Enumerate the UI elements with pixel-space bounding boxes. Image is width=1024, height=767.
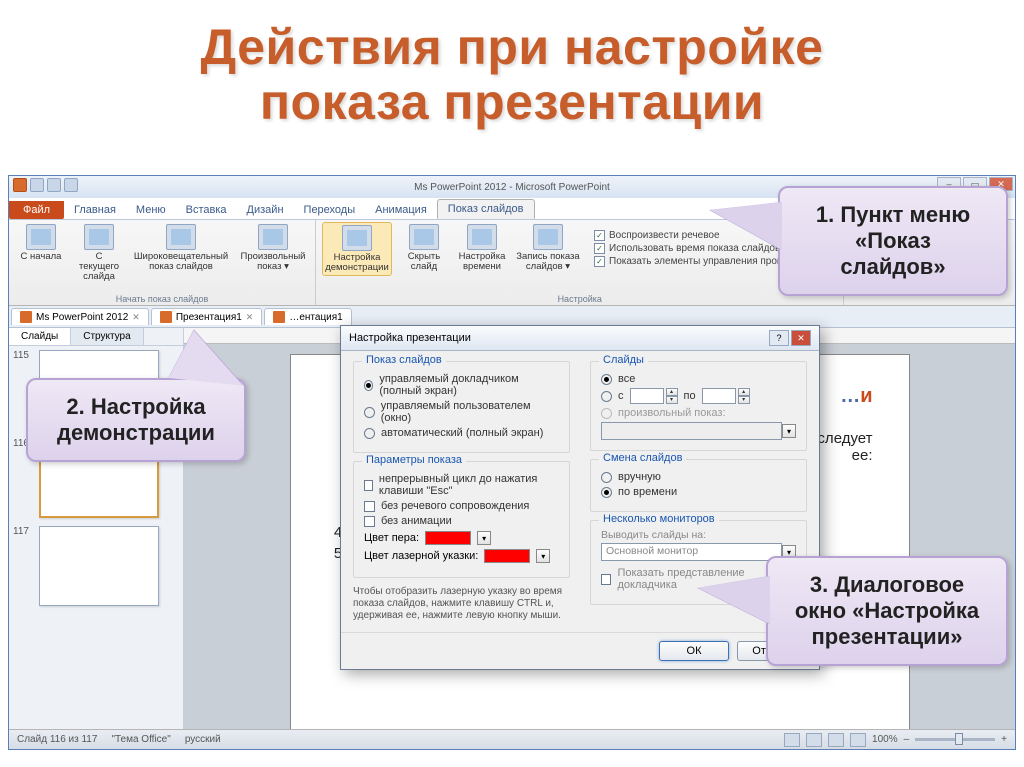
setup-icon [342, 225, 372, 251]
record-icon [533, 224, 563, 250]
broadcast-icon [166, 224, 196, 250]
radio-custom: произвольный показ: [601, 407, 796, 419]
status-bar: Слайд 116 из 117 "Тема Office" русский 1… [9, 729, 1015, 749]
status-slide: Слайд 116 из 117 [17, 734, 97, 745]
callout-3: 3. Диалоговое окно «Настройка презентаци… [766, 556, 1008, 666]
doc-tab-3[interactable]: …ентация1 [264, 308, 351, 325]
thumb-num: 117 [13, 526, 35, 537]
pp-app-icon [13, 178, 27, 192]
radio-timed[interactable]: по времени [601, 486, 796, 498]
quick-access-toolbar [13, 178, 78, 192]
undo-icon[interactable] [47, 178, 61, 192]
radio-presenter[interactable]: управляемый докладчиком (полный экран) [364, 373, 559, 397]
callout-2: 2. Настройка демонстрации [26, 378, 246, 462]
group-label-setup: Настройка [558, 294, 602, 304]
chk-loop[interactable]: непрерывный цикл до нажатия клавиши "Esc… [364, 473, 559, 497]
view-sorter-button[interactable] [806, 733, 822, 747]
thumb-num: 115 [13, 350, 35, 361]
status-theme: "Тема Office" [111, 734, 170, 745]
group-label-start: Начать показ слайдов [116, 294, 208, 304]
panel-tab-slides[interactable]: Слайды [9, 328, 71, 345]
from-current-button[interactable]: С текущего слайда [73, 222, 125, 284]
tab-design[interactable]: Дизайн [237, 201, 294, 219]
help-button[interactable]: ? [769, 330, 789, 346]
save-icon[interactable] [30, 178, 44, 192]
tab-file[interactable]: Файл [9, 201, 64, 219]
dialog-close-button[interactable]: ✕ [791, 330, 811, 346]
doc-tab-1[interactable]: Ms PowerPoint 2012✕ [11, 308, 149, 325]
status-lang: русский [185, 734, 221, 745]
rehearse-button[interactable]: Настройка времени [456, 222, 508, 276]
dialog-titlebar: Настройка презентации ? ✕ [341, 326, 819, 351]
play-icon [26, 224, 56, 250]
laser-note: Чтобы отобразить лазерную указку во врем… [353, 586, 570, 622]
radio-auto[interactable]: автоматический (полный экран) [364, 427, 559, 439]
from-input[interactable] [630, 388, 664, 404]
dropdown-icon: ▾ [782, 424, 796, 438]
slide-thumb[interactable] [39, 526, 159, 606]
fieldset-advance: Смена слайдов вручную по времени [590, 459, 807, 512]
setup-slideshow-button[interactable]: Настройка демонстрации [322, 222, 392, 276]
tab-home[interactable]: Главная [64, 201, 126, 219]
custom-show-icon [258, 224, 288, 250]
monitor-combo[interactable]: Основной монитор [601, 543, 782, 561]
file-icon [20, 311, 32, 323]
hide-icon [409, 224, 439, 250]
close-tab-icon[interactable]: ✕ [132, 312, 140, 323]
view-reading-button[interactable] [828, 733, 844, 747]
close-tab-icon[interactable]: ✕ [246, 312, 254, 323]
slide-title: Действия при настройкепоказа презентации [0, 0, 1024, 160]
ok-button[interactable]: ОК [659, 641, 729, 661]
view-normal-button[interactable] [784, 733, 800, 747]
fieldset-params: Параметры показа непрерывный цикл до наж… [353, 461, 570, 578]
dropdown-icon[interactable]: ▾ [477, 531, 491, 545]
dialog-title: Настройка презентации [349, 332, 471, 344]
clock-icon [467, 224, 497, 250]
tab-transitions[interactable]: Переходы [294, 201, 366, 219]
custom-show-button[interactable]: Произвольный показ ▾ [237, 222, 309, 284]
tab-insert[interactable]: Вставка [176, 201, 237, 219]
fieldset-show-type: Показ слайдов управляемый докладчиком (п… [353, 361, 570, 453]
panel-tab-outline[interactable]: Структура [71, 328, 143, 345]
tab-slideshow[interactable]: Показ слайдов [437, 199, 535, 219]
from-beginning-button[interactable]: С начала [15, 222, 67, 284]
radio-range[interactable]: с ▴▾ по ▴▾ [601, 388, 796, 404]
laser-color[interactable] [484, 549, 530, 563]
zoom-value: 100% [872, 734, 898, 745]
radio-all[interactable]: все [601, 373, 796, 385]
doc-tab-2[interactable]: Презентация1✕ [151, 308, 263, 325]
group-start-show: С начала С текущего слайда Широковещател… [9, 220, 316, 305]
record-button[interactable]: Запись показа слайдов ▾ [514, 222, 582, 276]
zoom-slider[interactable] [915, 738, 995, 741]
to-input[interactable] [702, 388, 736, 404]
redo-icon[interactable] [64, 178, 78, 192]
chk-no-animation[interactable]: без анимации [364, 515, 559, 527]
tab-menu[interactable]: Меню [126, 201, 176, 219]
window-title: Ms PowerPoint 2012 - Microsoft PowerPoin… [414, 182, 610, 193]
tab-animation[interactable]: Анимация [365, 201, 437, 219]
file-icon [160, 311, 172, 323]
callout-1: 1. Пункт меню «Показ слайдов» [778, 186, 1008, 296]
fieldset-slides: Слайды все с ▴▾ по ▴▾ произвольный показ… [590, 361, 807, 451]
view-slideshow-button[interactable] [850, 733, 866, 747]
chk-no-narration[interactable]: без речевого сопровождения [364, 500, 559, 512]
hide-slide-button[interactable]: Скрыть слайд [398, 222, 450, 276]
radio-manual[interactable]: вручную [601, 471, 796, 483]
custom-show-combo [601, 422, 782, 440]
radio-user[interactable]: управляемый пользователем (окно) [364, 400, 559, 424]
dropdown-icon[interactable]: ▾ [536, 549, 550, 563]
file-icon [273, 311, 285, 323]
broadcast-button[interactable]: Широковещательный показ слайдов [131, 222, 231, 284]
play-current-icon [84, 224, 114, 250]
pen-color[interactable] [425, 531, 471, 545]
